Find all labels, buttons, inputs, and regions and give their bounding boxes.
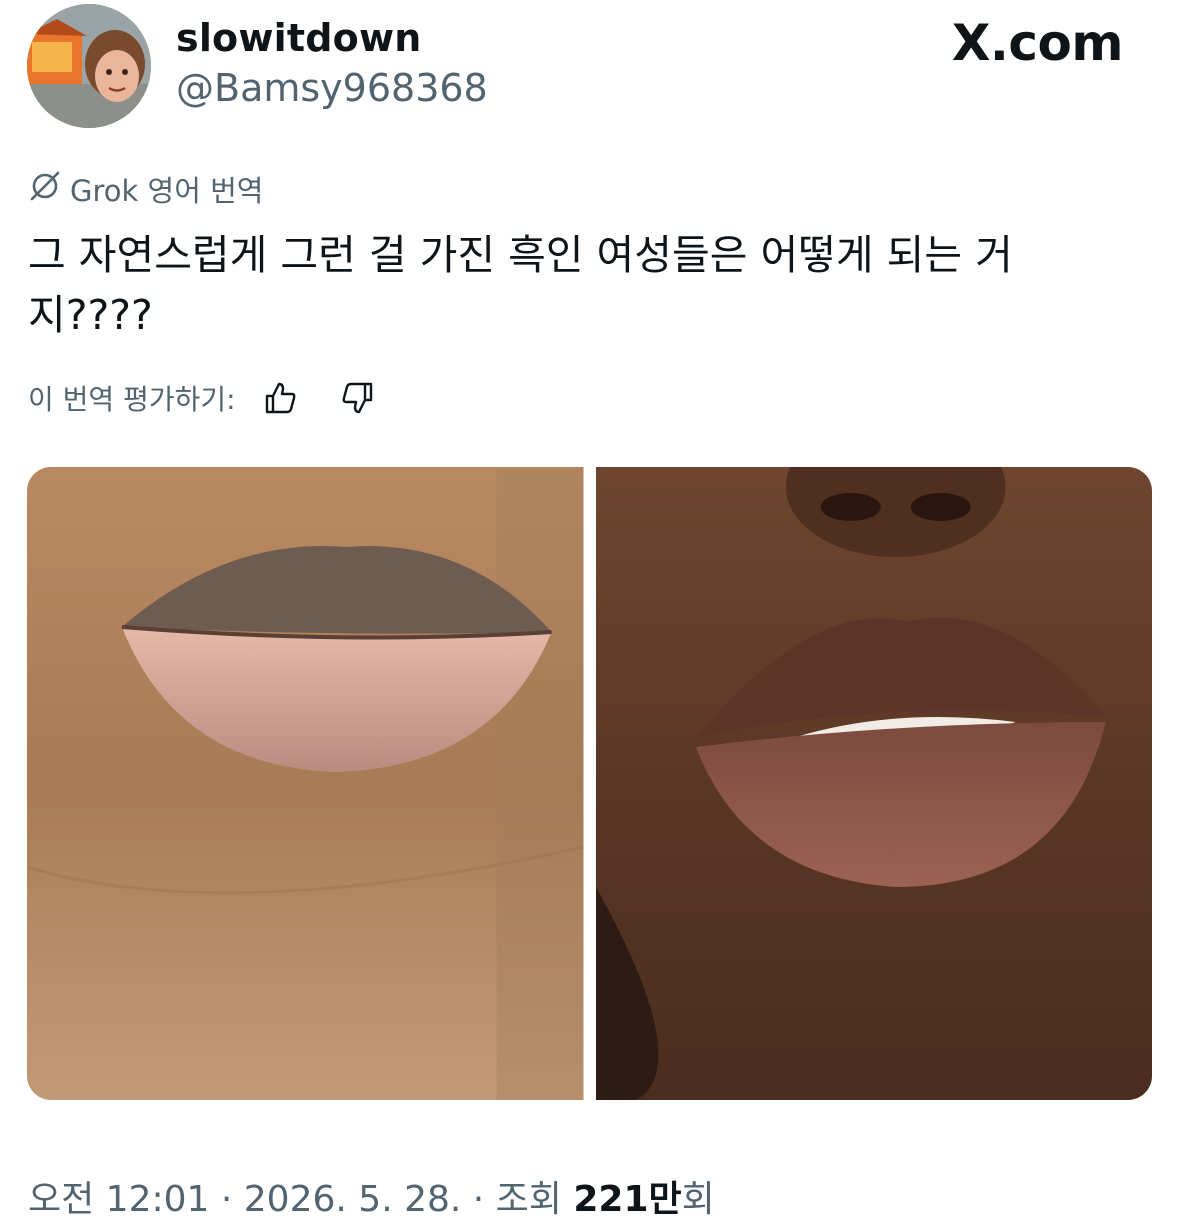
grok-icon [28, 169, 62, 210]
tweet-meta: 오전 12:01 · 2026. 5. 28. · 조회 221만회 [28, 1170, 715, 1222]
tweet-text: 그 자연스럽게 그런 걸 가진 흑인 여성들은 어떻게 되는 거 지???? [28, 231, 1013, 339]
meta-separator: · [461, 1179, 496, 1220]
rate-translation-label: 이 번역 평가하기: [28, 383, 236, 416]
views-label: 조회 [495, 1179, 574, 1220]
tweet-screenshot: slowitdown @Bamsy968368 X.com Grok 영어 번역… [0, 0, 1179, 1227]
views-suffix: 회 [681, 1179, 715, 1220]
tweet-media [27, 467, 1152, 1100]
translation-label: Grok 영어 번역 [70, 174, 264, 208]
lips-photo-right[interactable] [595, 467, 1152, 1100]
thumbs-down-button[interactable] [336, 376, 380, 420]
meta-separator: · [209, 1179, 244, 1220]
translation-label-row: Grok 영어 번역 [28, 168, 263, 210]
thumbs-up-button[interactable] [258, 376, 302, 420]
lips-photo-left[interactable] [27, 467, 584, 1100]
thumbs-down-icon [342, 382, 372, 414]
author-handle[interactable]: @Bamsy968368 [176, 66, 488, 110]
tweet-time[interactable]: 오전 12:01 [28, 1179, 209, 1220]
author-avatar[interactable] [27, 4, 151, 128]
author-display-name[interactable]: slowitdown [176, 16, 422, 60]
rate-translation-row: 이 번역 평가하기: [28, 376, 380, 420]
avatar-photo [27, 4, 151, 128]
x-com-watermark: X.com [951, 14, 1124, 72]
views-count: 221만 [573, 1179, 682, 1220]
thumbs-up-icon [265, 382, 296, 414]
tweet-date[interactable]: 2026. 5. 28. [244, 1179, 462, 1220]
